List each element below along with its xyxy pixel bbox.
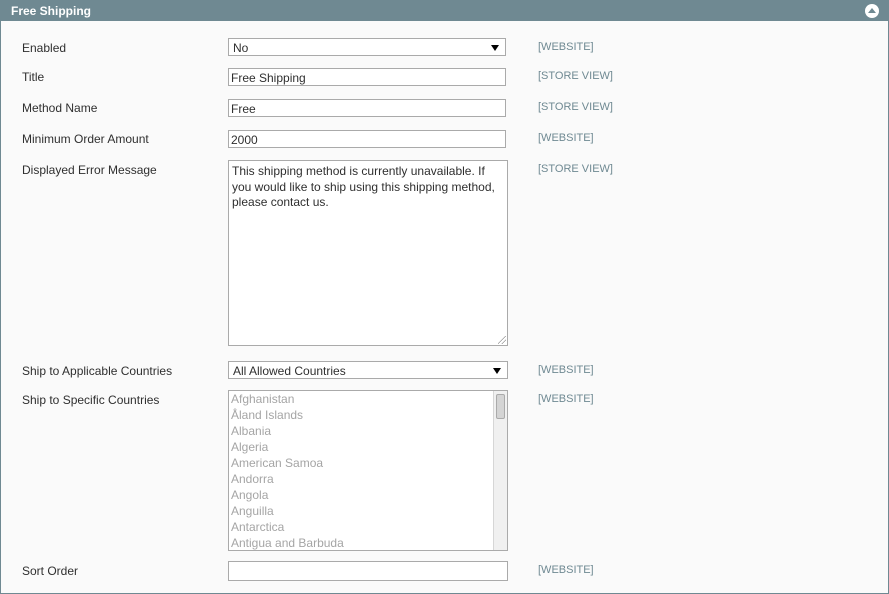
- error-message-scope: [STORE VIEW]: [538, 163, 613, 175]
- section-header[interactable]: Free Shipping: [1, 1, 888, 21]
- country-option: American Samoa: [231, 456, 324, 470]
- title-label: Title: [22, 70, 45, 84]
- error-message-textarea[interactable]: This shipping method is currently unavai…: [228, 160, 508, 346]
- method-name-scope: [STORE VIEW]: [538, 101, 613, 113]
- specific-countries-multiselect[interactable]: Afghanistan Åland Islands Albania Algeri…: [228, 390, 508, 551]
- country-option: Algeria: [231, 440, 269, 454]
- title-scope: [STORE VIEW]: [538, 70, 613, 82]
- min-order-input[interactable]: 2000: [228, 130, 506, 148]
- sort-order-scope: [WEBSITE]: [538, 564, 594, 576]
- country-option: Afghanistan: [231, 392, 295, 406]
- free-shipping-panel: Free Shipping Enabled No [WEBSITE] Title…: [0, 0, 889, 594]
- country-option: Anguilla: [231, 504, 274, 518]
- sort-order-label: Sort Order: [22, 564, 79, 578]
- method-name-label: Method Name: [22, 101, 98, 115]
- specific-countries-scope: [WEBSITE]: [538, 393, 594, 405]
- scrollbar-thumb[interactable]: [496, 394, 505, 419]
- error-message-label: Displayed Error Message: [22, 163, 157, 177]
- min-order-scope: [WEBSITE]: [538, 132, 594, 144]
- enabled-label: Enabled: [22, 41, 67, 55]
- country-option: Antarctica: [231, 520, 285, 534]
- chevron-up-icon[interactable]: [865, 4, 879, 18]
- sort-order-input[interactable]: [228, 561, 508, 581]
- country-option: Åland Islands: [231, 408, 304, 422]
- applicable-countries-value: All Allowed Countries: [233, 364, 346, 378]
- enabled-select[interactable]: No: [228, 38, 506, 56]
- applicable-countries-scope: [WEBSITE]: [538, 364, 594, 376]
- section-title: Free Shipping: [11, 4, 92, 18]
- specific-countries-label: Ship to Specific Countries: [22, 393, 160, 407]
- enabled-select-value: No: [233, 41, 249, 55]
- country-option: Antigua and Barbuda: [231, 536, 344, 550]
- error-message-text: This shipping method is currently unavai…: [232, 164, 495, 209]
- dropdown-arrow-icon: [491, 45, 499, 51]
- vertical-scrollbar[interactable]: [493, 391, 507, 550]
- method-name-input[interactable]: Free: [228, 99, 506, 117]
- applicable-countries-label: Ship to Applicable Countries: [22, 364, 173, 378]
- country-option: Andorra: [231, 472, 274, 486]
- resize-handle-icon[interactable]: [498, 336, 506, 344]
- min-order-label: Minimum Order Amount: [22, 132, 149, 146]
- applicable-countries-select[interactable]: All Allowed Countries: [228, 361, 508, 379]
- enabled-scope: [WEBSITE]: [538, 41, 594, 53]
- dropdown-arrow-icon: [493, 368, 501, 374]
- country-option: Albania: [231, 424, 272, 438]
- title-input[interactable]: Free Shipping: [228, 68, 506, 86]
- country-option: Angola: [231, 488, 269, 502]
